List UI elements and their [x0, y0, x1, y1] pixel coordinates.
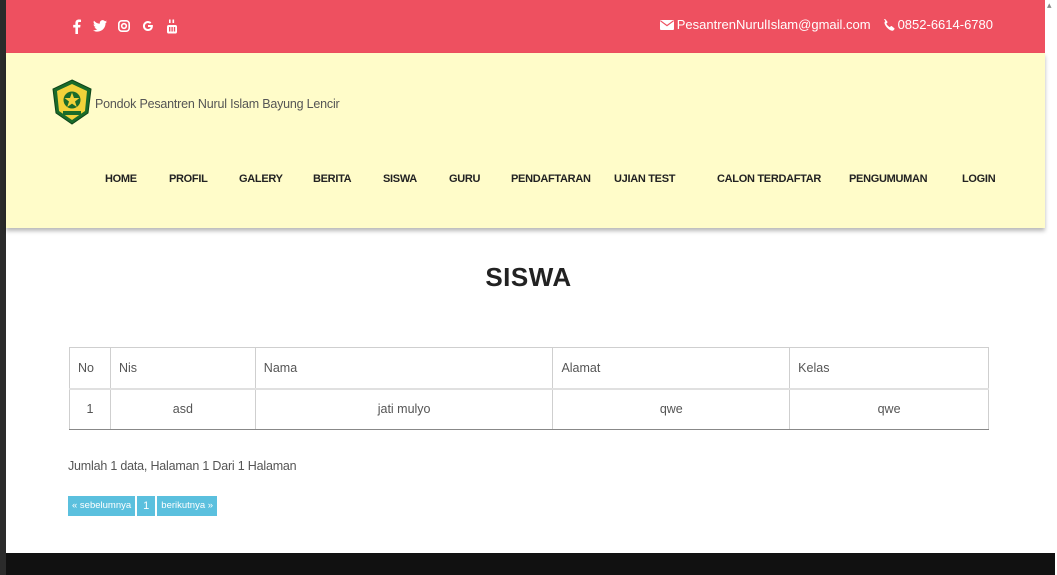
nav-galery[interactable]: GALERY: [239, 173, 283, 185]
nav-calon-terdaftar[interactable]: CALON TERDAFTAR: [717, 173, 821, 185]
page-1-button[interactable]: 1: [137, 496, 156, 516]
email-link[interactable]: PesantrenNurulIslam@gmail.com: [659, 17, 871, 32]
column-header-no: No: [69, 347, 111, 390]
pagination: « sebelumnya 1 berikutnya »: [68, 496, 219, 516]
site-brand[interactable]: Pondok Pesantren Nurul Islam Bayung Lenc…: [95, 97, 340, 111]
cell-nis: asd: [109, 388, 256, 430]
table-row: 1 asd jati mulyo qwe qwe: [69, 388, 989, 430]
prev-page-button[interactable]: « sebelumnya: [68, 496, 136, 516]
cell-no: 1: [69, 388, 111, 430]
contact-info: PesantrenNurulIslam@gmail.com 0852-6614-…: [659, 17, 993, 32]
facebook-icon[interactable]: [64, 15, 88, 37]
phone-text: 0852-6614-6780: [897, 17, 993, 32]
site-header: Pondok Pesantren Nurul Islam Bayung Lenc…: [6, 53, 1045, 228]
email-text: PesantrenNurulIslam@gmail.com: [676, 17, 871, 32]
youtube-icon[interactable]: [160, 15, 184, 37]
siswa-table: No Nis Nama Alamat Kelas 1 asd jati muly…: [69, 347, 989, 430]
column-header-kelas: Kelas: [789, 347, 989, 390]
cell-nama: jati mulyo: [254, 388, 554, 430]
phone-icon: [883, 18, 895, 31]
envelope-icon: [659, 19, 674, 30]
nav-ujian-test[interactable]: UJIAN TEST: [614, 173, 675, 185]
column-header-nis: Nis: [109, 347, 256, 390]
nav-login[interactable]: LOGIN: [962, 173, 996, 185]
nav-profil[interactable]: PROFIL: [169, 173, 208, 185]
table-header-row: No Nis Nama Alamat Kelas: [69, 347, 989, 390]
nav-home[interactable]: HOME: [105, 173, 137, 185]
top-bar: PesantrenNurulIslam@gmail.com 0852-6614-…: [6, 0, 1045, 53]
nav-pendaftaran[interactable]: PENDAFTARAN: [511, 173, 591, 185]
phone-link[interactable]: 0852-6614-6780: [883, 17, 993, 32]
next-page-button[interactable]: berikutnya »: [157, 496, 218, 516]
instagram-icon[interactable]: [112, 15, 136, 37]
site-footer: [6, 553, 1055, 575]
nav-berita[interactable]: BERITA: [313, 173, 352, 185]
nav-pengumuman[interactable]: PENGUMUMAN: [849, 173, 928, 185]
nav-guru[interactable]: GURU: [449, 173, 481, 185]
nav-siswa[interactable]: SISWA: [383, 173, 417, 185]
cell-kelas: qwe: [789, 388, 989, 430]
kemenag-logo[interactable]: [51, 79, 93, 125]
page-title: SISWA: [485, 262, 572, 292]
google-icon[interactable]: [136, 15, 160, 37]
pagination-summary: Jumlah 1 data, Halaman 1 Dari 1 Halaman: [68, 459, 297, 473]
main-nav: HOME PROFIL GALERY BERITA SISWA GURU PEN…: [6, 173, 1045, 193]
scroll-up-icon[interactable]: ▴: [1047, 0, 1052, 11]
cell-alamat: qwe: [552, 388, 791, 430]
social-links: [64, 15, 184, 37]
column-header-alamat: Alamat: [552, 347, 791, 390]
twitter-icon[interactable]: [88, 15, 112, 37]
column-header-nama: Nama: [254, 347, 554, 390]
